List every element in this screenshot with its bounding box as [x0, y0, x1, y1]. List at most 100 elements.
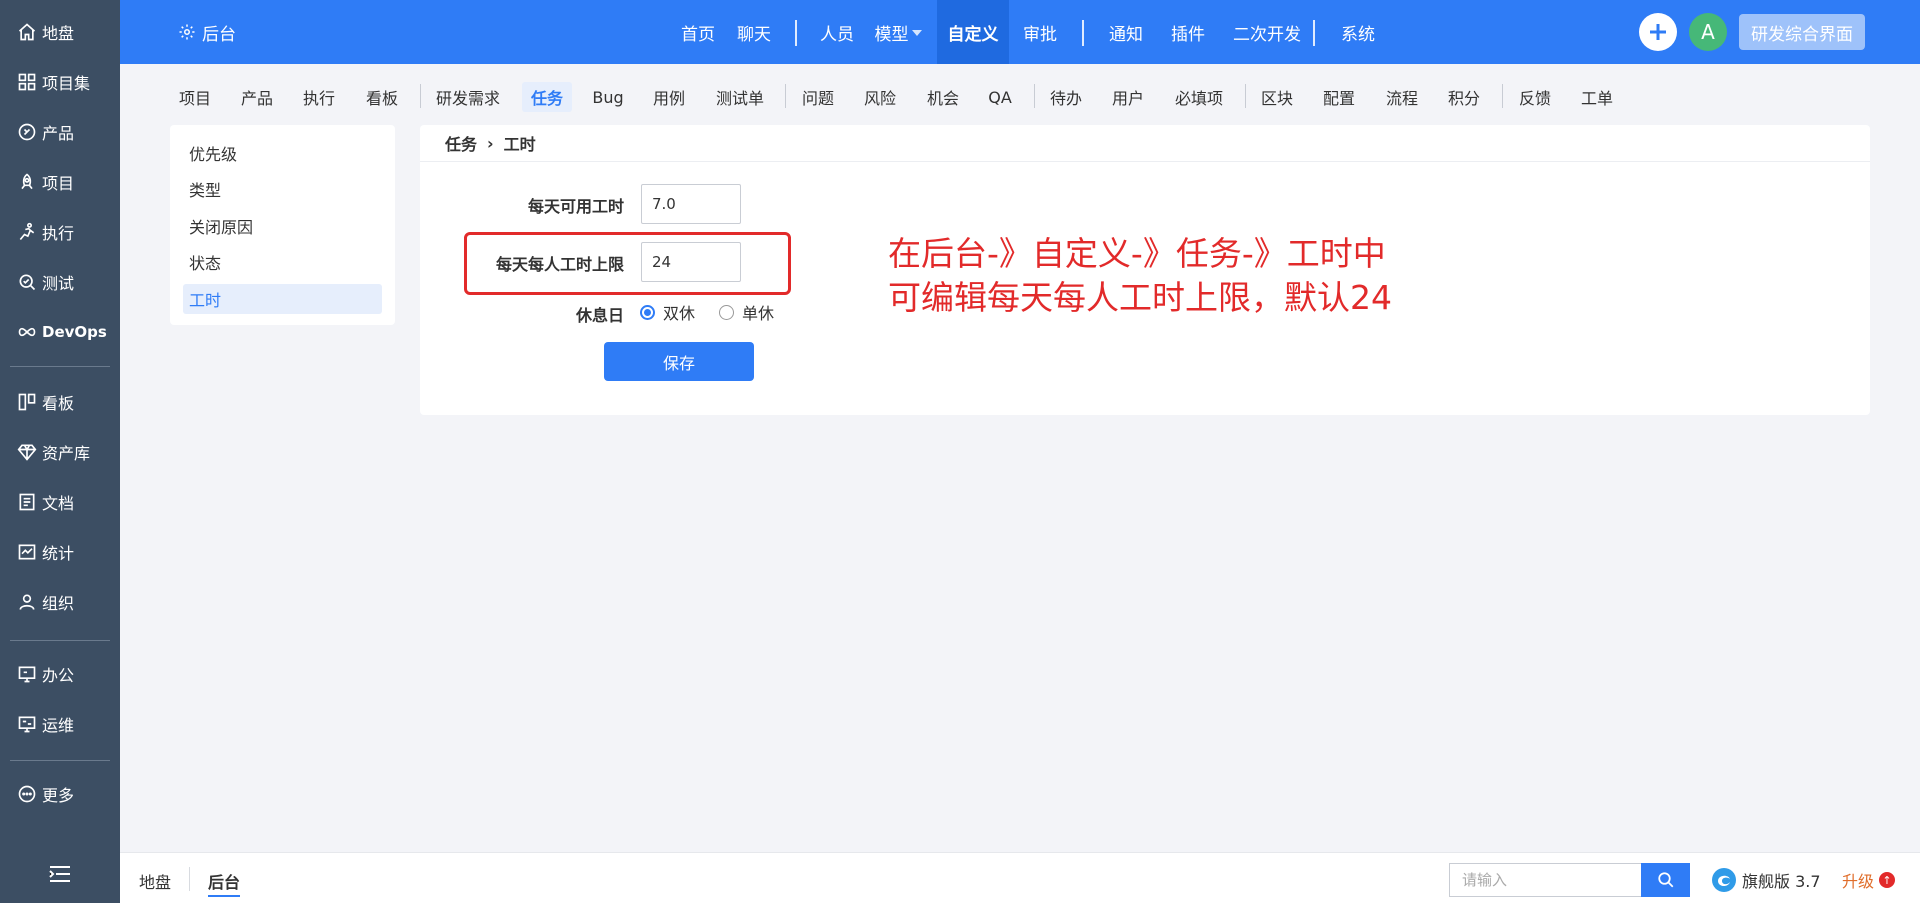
subnav-project[interactable]: 项目: [174, 82, 216, 112]
infinity-icon: [16, 321, 38, 343]
topnav-customize[interactable]: 自定义: [937, 0, 1009, 64]
workspace-button[interactable]: 研发综合界面: [1739, 14, 1865, 50]
subnav-ticket[interactable]: 工单: [1576, 82, 1618, 112]
subnav-execution[interactable]: 执行: [298, 82, 340, 112]
topnav-approval[interactable]: 审批: [1009, 0, 1071, 64]
sidebar-item-project[interactable]: 项目: [0, 162, 120, 202]
logo-icon: [1712, 868, 1736, 892]
sidebar-item-label: DevOps: [42, 323, 107, 341]
sidebar-divider: [10, 366, 110, 367]
panel-divider: [420, 161, 1870, 162]
sidebar-item-kanban[interactable]: 看板: [0, 382, 120, 422]
people-icon: [16, 591, 38, 613]
topnav-plugin[interactable]: 插件: [1157, 0, 1219, 64]
subnav-config[interactable]: 配置: [1318, 82, 1360, 112]
sidebar-item-docs[interactable]: 文档: [0, 482, 120, 522]
topnav-home[interactable]: 首页: [670, 0, 726, 64]
sidebar-item-label: 执行: [42, 224, 75, 243]
subnav-required[interactable]: 必填项: [1169, 82, 1229, 112]
edition-badge: 旗舰版 3.7: [1710, 863, 1821, 897]
upgrade-link[interactable]: 升级 ↑: [1842, 863, 1896, 897]
topnav-people[interactable]: 人员: [809, 0, 865, 64]
left-sidebar: 地盘 项目集 产品 项目 执行 测试 DevOps 看板 资产库 文档 统计 组…: [0, 0, 120, 903]
search-button[interactable]: [1641, 863, 1690, 897]
subnav-separator: [1502, 84, 1503, 108]
max-hours-label: 每天每人工时上限: [495, 255, 624, 274]
sidebar-item-ops[interactable]: 运维: [0, 704, 120, 744]
sidebar-item-dashboard[interactable]: 地盘: [0, 12, 120, 52]
sidebar-item-program[interactable]: 项目集: [0, 62, 120, 102]
subnav-flow[interactable]: 流程: [1381, 82, 1423, 112]
radio-single-rest[interactable]: [719, 304, 735, 320]
sidebar-item-test[interactable]: 测试: [0, 262, 120, 302]
sidebar-item-label: 统计: [42, 544, 75, 563]
bottom-tab-admin[interactable]: 后台: [208, 869, 241, 897]
topnav-model-label: 模型: [874, 24, 909, 45]
subnav-block[interactable]: 区块: [1256, 82, 1298, 112]
menu-item-priority[interactable]: 优先级: [183, 138, 382, 168]
topnav-chat[interactable]: 聊天: [726, 0, 782, 64]
subnav-testtask[interactable]: 测试单: [710, 82, 770, 112]
ops-icon: [16, 713, 38, 735]
office-icon: [16, 663, 38, 685]
sidebar-item-devops[interactable]: DevOps: [0, 312, 120, 352]
max-hours-input[interactable]: [641, 242, 741, 282]
subnav-separator: [420, 84, 421, 108]
topnav-model[interactable]: 模型: [865, 0, 931, 64]
test-icon: [16, 271, 38, 293]
subnav-risk[interactable]: 风险: [859, 82, 901, 112]
subnav-product[interactable]: 产品: [236, 82, 278, 112]
subnav-kanban[interactable]: 看板: [361, 82, 403, 112]
topnav-system[interactable]: 系统: [1327, 0, 1389, 64]
subnav-task[interactable]: 任务: [522, 82, 572, 112]
plus-icon: [1650, 24, 1666, 40]
sidebar-item-label: 文档: [42, 494, 75, 513]
sidebar-item-office[interactable]: 办公: [0, 654, 120, 694]
subnav-separator: [1245, 84, 1246, 108]
sidebar-item-label: 项目集: [42, 74, 91, 93]
subnav-requirement[interactable]: 研发需求: [432, 82, 504, 112]
subnav-todo[interactable]: 待办: [1045, 82, 1087, 112]
annotation-text: 在后台-》自定义-》任务-》工时中 可编辑每天每人工时上限，默认24: [888, 232, 1392, 320]
add-button[interactable]: [1639, 13, 1677, 51]
grid-icon: [16, 71, 38, 93]
radio-double-rest[interactable]: [640, 304, 655, 320]
subnav-bug[interactable]: Bug: [590, 82, 626, 112]
subnav-issue[interactable]: 问题: [797, 82, 839, 112]
save-button[interactable]: 保存: [604, 342, 754, 381]
sidebar-item-org[interactable]: 组织: [0, 582, 120, 622]
bottom-tab-dashboard[interactable]: 地盘: [139, 869, 171, 893]
sidebar-item-assets[interactable]: 资产库: [0, 432, 120, 472]
sidebar-divider: [10, 640, 110, 641]
subnav-score[interactable]: 积分: [1443, 82, 1485, 112]
subnav-opportunity[interactable]: 机会: [922, 82, 964, 112]
sidebar-item-label: 运维: [42, 716, 75, 735]
topnav-notify[interactable]: 通知: [1095, 0, 1157, 64]
sidebar-item-label: 更多: [42, 786, 75, 805]
subnav-feedback[interactable]: 反馈: [1514, 82, 1556, 112]
menu-item-type[interactable]: 类型: [183, 174, 382, 204]
menu-collapse-icon[interactable]: [48, 864, 72, 884]
menu-item-hours[interactable]: 工时: [183, 284, 382, 314]
sidebar-item-product[interactable]: 产品: [0, 112, 120, 152]
home-icon: [16, 21, 38, 43]
top-bar: 后台 首页 聊天 人员 模型 自定义 审批 通知 插件 二次开发 系统 A 研发…: [120, 0, 1920, 64]
sidebar-item-execution[interactable]: 执行: [0, 212, 120, 252]
menu-item-status[interactable]: 状态: [183, 247, 382, 277]
subnav-user[interactable]: 用户: [1107, 82, 1149, 112]
topnav-dev[interactable]: 二次开发: [1219, 0, 1315, 64]
sidebar-item-stats[interactable]: 统计: [0, 532, 120, 572]
subnav-case[interactable]: 用例: [648, 82, 690, 112]
daily-hours-input[interactable]: [641, 184, 741, 224]
menu-item-close-reason[interactable]: 关闭原因: [183, 211, 382, 241]
search-input[interactable]: [1449, 863, 1641, 897]
brand[interactable]: 后台: [178, 20, 236, 45]
radio-double-rest-label: 双休: [663, 304, 696, 323]
avatar[interactable]: A: [1689, 13, 1727, 51]
sidebar-item-label: 资产库: [42, 444, 91, 463]
annotation-line-1: 在后台-》自定义-》任务-》工时中: [888, 234, 1386, 273]
sidebar-item-more[interactable]: 更多: [0, 774, 120, 814]
diamond-icon: [16, 441, 38, 463]
subnav-qa[interactable]: QA: [984, 82, 1016, 112]
breadcrumb-section[interactable]: 任务: [445, 131, 477, 155]
